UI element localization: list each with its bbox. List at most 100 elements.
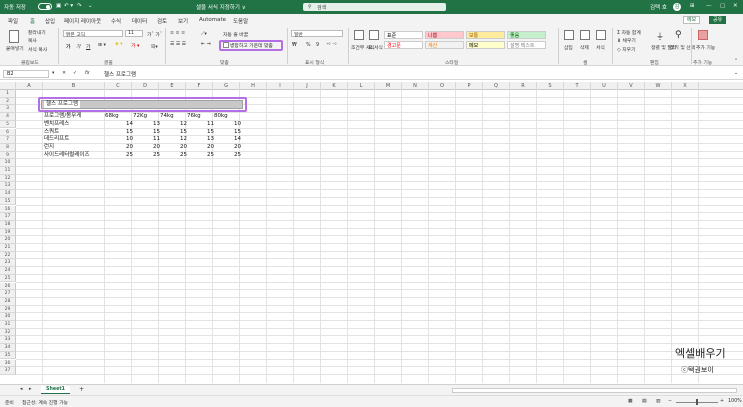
row-header-20[interactable]: 20: [0, 236, 16, 244]
delete-cells-icon[interactable]: [580, 30, 590, 40]
addins-icon[interactable]: [698, 30, 708, 40]
row-label-cell[interactable]: 벤치프레스: [44, 121, 69, 129]
zoom-level[interactable]: 100%: [728, 399, 742, 404]
font-size-select[interactable]: 11: [125, 30, 143, 37]
cell-style-2[interactable]: 보통: [466, 31, 505, 39]
row-header-18[interactable]: 18: [0, 220, 16, 229]
row-header-14[interactable]: 14: [0, 190, 16, 198]
header-cell[interactable]: 72Kg: [133, 113, 147, 121]
row-header-12[interactable]: 12: [0, 174, 16, 183]
column-header-h[interactable]: H: [240, 82, 267, 90]
column-header-s[interactable]: S: [537, 82, 564, 90]
tab-help[interactable]: 도움말: [233, 17, 248, 25]
tab-automate[interactable]: Automate: [199, 17, 226, 23]
addins-button[interactable]: 추가 기능: [696, 44, 715, 51]
zoom-out-icon[interactable]: −: [668, 399, 672, 404]
insert-cells-label[interactable]: 삽입: [564, 44, 573, 51]
cancel-icon[interactable]: ✕: [62, 71, 66, 76]
row-header-28[interactable]: 28: [0, 297, 16, 306]
prev-sheet-icon[interactable]: ◂: [20, 387, 22, 392]
fx-icon[interactable]: fx: [85, 71, 90, 76]
tab-formulas[interactable]: 수식: [111, 17, 121, 25]
expand-formula-icon[interactable]: ⌄: [734, 71, 738, 76]
formula-input[interactable]: 헬스 프로그램: [104, 70, 136, 78]
value-cell[interactable]: 10: [211, 121, 241, 129]
autosave-toggle[interactable]: [38, 3, 52, 10]
cell-style-3[interactable]: 좋음: [507, 31, 546, 39]
row-header-6[interactable]: 6: [0, 128, 16, 137]
cell-style-7[interactable]: 설명 텍스트: [507, 41, 546, 49]
row-header-3[interactable]: 3: [0, 105, 16, 114]
row-header-17[interactable]: 17: [0, 213, 16, 221]
row-label-cell[interactable]: 사이드레터럴레이즈: [44, 152, 90, 160]
column-header-g[interactable]: G: [213, 82, 240, 90]
value-cell[interactable]: 25: [130, 152, 160, 160]
row-header-35[interactable]: 35: [0, 351, 16, 360]
column-header-x[interactable]: X: [672, 82, 699, 90]
column-header-b[interactable]: B: [43, 82, 105, 90]
tab-file[interactable]: 파일: [8, 17, 18, 25]
add-sheet-button[interactable]: +: [79, 386, 84, 393]
value-cell[interactable]: 25: [103, 152, 133, 160]
column-header-r[interactable]: R: [510, 82, 537, 90]
name-box-dropdown-icon[interactable]: ▾: [52, 71, 54, 76]
row-header-33[interactable]: 33: [0, 336, 16, 345]
next-sheet-icon[interactable]: ▸: [29, 387, 31, 392]
avatar[interactable]: 김: [673, 3, 681, 11]
align-left-icon[interactable]: ☰ ☰ ☰: [170, 42, 186, 47]
format-painter-button[interactable]: 서식 복사: [28, 46, 47, 53]
value-cell[interactable]: 20: [157, 144, 187, 152]
column-header-m[interactable]: M: [375, 82, 402, 90]
redo-icon[interactable]: ↷: [77, 3, 82, 9]
row-header-23[interactable]: 23: [0, 259, 16, 268]
column-header-p[interactable]: P: [456, 82, 483, 90]
value-cell[interactable]: 25: [157, 152, 187, 160]
row-label-cell[interactable]: 데드리프트: [44, 136, 69, 144]
value-cell[interactable]: 25: [184, 152, 214, 160]
row-header-36[interactable]: 36: [0, 359, 16, 368]
underline-button[interactable]: 가: [86, 43, 90, 50]
value-cell[interactable]: 10: [103, 136, 133, 144]
row-header-34[interactable]: 34: [0, 344, 16, 352]
orientation-icon[interactable]: ⟋▾: [201, 31, 207, 37]
sort-filter-icon[interactable]: ⏚: [656, 31, 664, 42]
search-box[interactable]: ⚲ 검색: [303, 3, 446, 11]
format-as-table-icon[interactable]: [369, 30, 379, 40]
row-header-31[interactable]: 31: [0, 321, 16, 329]
header-cell[interactable]: 74kg: [160, 113, 174, 121]
column-header-o[interactable]: O: [429, 82, 456, 90]
font-grow-icon[interactable]: 가ˆ 가ˇ: [147, 31, 162, 38]
insert-cells-icon[interactable]: [564, 30, 574, 40]
memo-button[interactable]: 메모: [683, 16, 701, 24]
undo-icon[interactable]: ↶ ▾: [64, 3, 73, 9]
value-cell[interactable]: 15: [157, 129, 187, 137]
value-cell[interactable]: 15: [184, 129, 214, 137]
cell-style-4[interactable]: 경고문: [384, 41, 423, 49]
font-color-icon[interactable]: 가 ▾: [131, 42, 139, 49]
value-cell[interactable]: 14: [103, 121, 133, 129]
column-header-l[interactable]: L: [348, 82, 375, 90]
value-cell[interactable]: 14: [211, 136, 241, 144]
tab-data[interactable]: 데이터: [132, 17, 147, 25]
font-name-select[interactable]: 맑은 고딕: [63, 30, 123, 38]
column-header-k[interactable]: K: [321, 82, 348, 90]
clear-button[interactable]: ◇ 지우기: [617, 46, 635, 53]
value-cell[interactable]: 15: [103, 129, 133, 137]
value-cell[interactable]: 15: [211, 129, 241, 137]
row-header-16[interactable]: 16: [0, 205, 16, 214]
conditional-format-icon[interactable]: [354, 30, 364, 40]
name-box[interactable]: B2: [3, 70, 49, 78]
percent-button[interactable]: %: [306, 43, 311, 48]
normal-view-icon[interactable]: ▦: [628, 399, 633, 404]
italic-button[interactable]: 가: [76, 43, 80, 50]
header-cell[interactable]: 80kg: [214, 113, 228, 121]
column-header-q[interactable]: Q: [483, 82, 510, 90]
align-top-icon[interactable]: ≡ ≡ ≡: [170, 31, 185, 36]
row-header-37[interactable]: 37: [0, 367, 16, 375]
cut-button[interactable]: 잘라내기: [28, 29, 46, 36]
column-header-d[interactable]: D: [132, 82, 159, 90]
tab-review[interactable]: 검토: [157, 17, 167, 25]
comma-button[interactable]: 9: [316, 43, 319, 48]
value-cell[interactable]: 15: [130, 129, 160, 137]
tab-view[interactable]: 보기: [178, 17, 188, 25]
